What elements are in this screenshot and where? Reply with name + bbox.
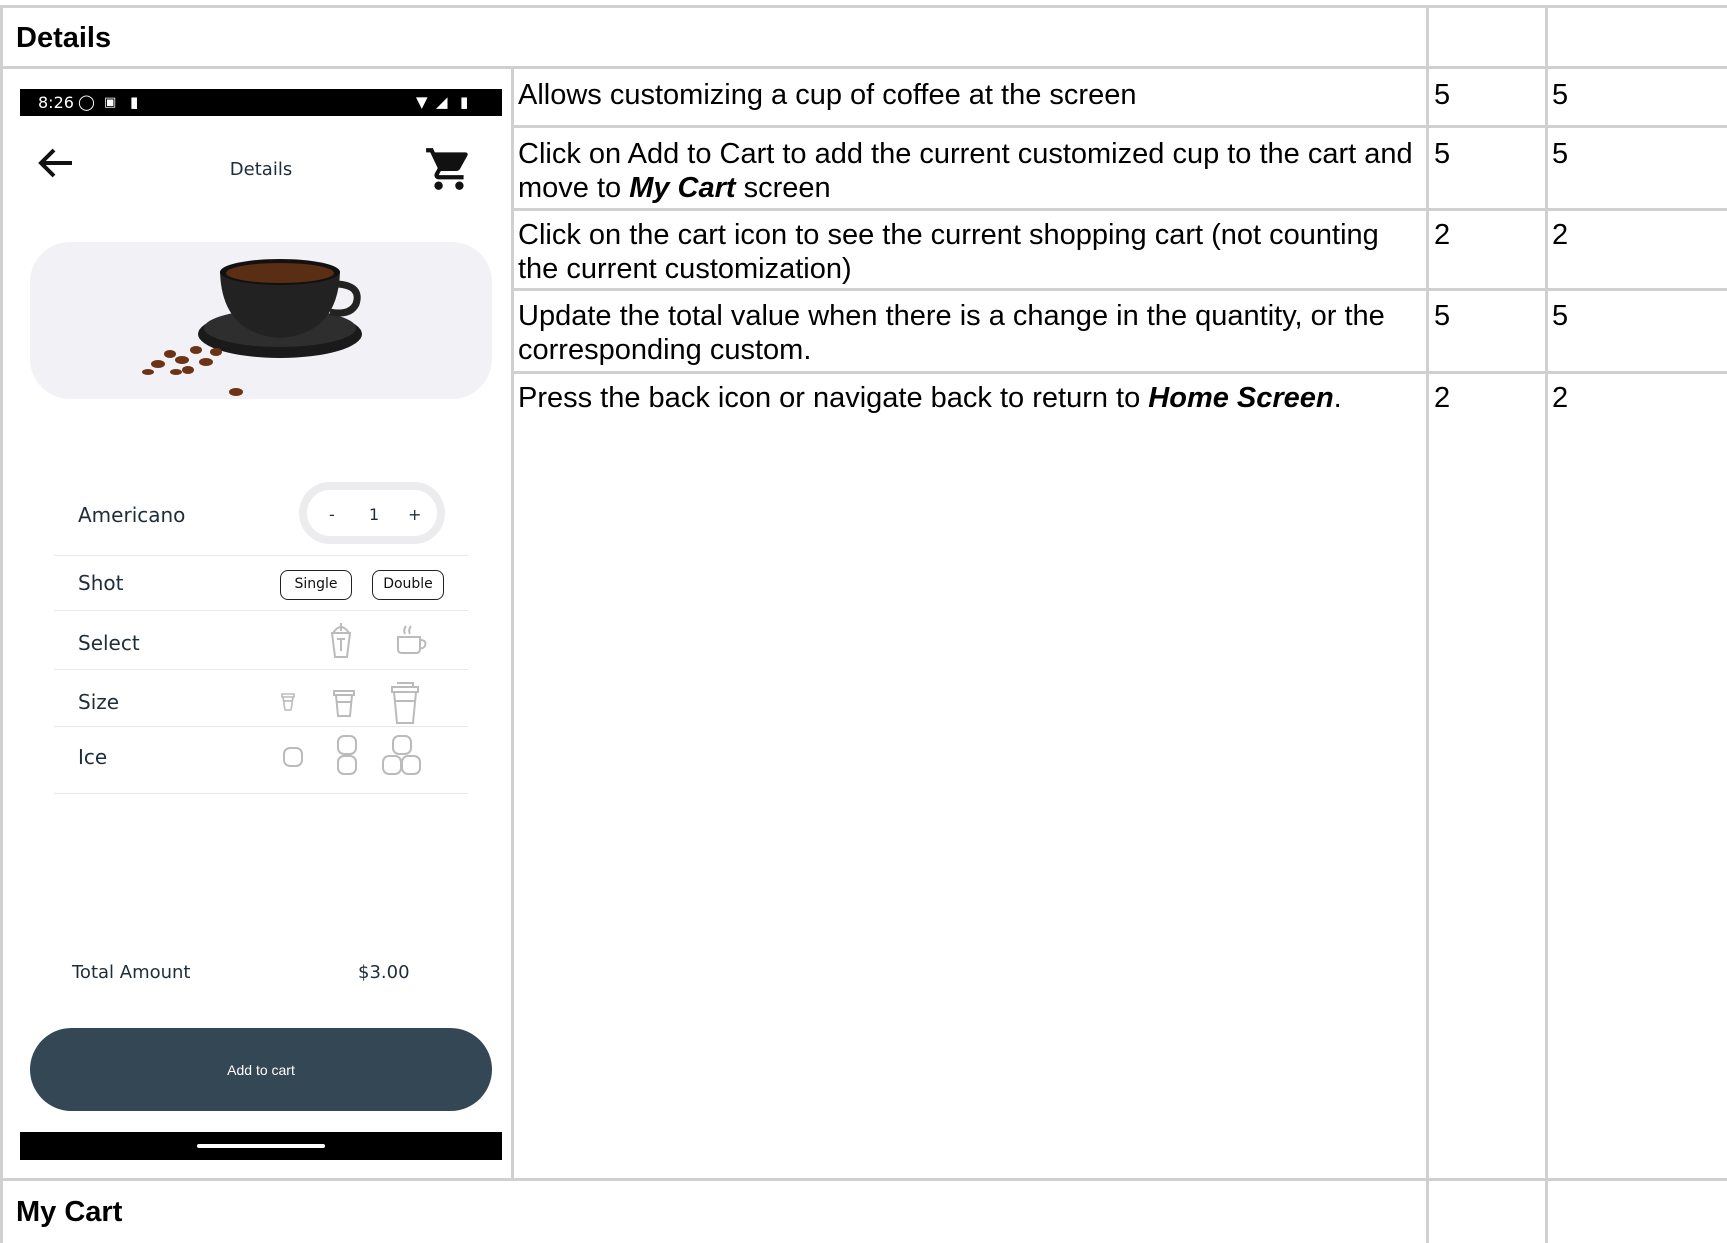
requirement-text: Click on Add to Cart to add the current …	[518, 137, 1418, 205]
table-border-row	[0, 1178, 1727, 1181]
score-b: 5	[1552, 300, 1569, 332]
product-name: Americano	[78, 503, 186, 527]
requirement-text-part: Press the back icon or navigate back to …	[518, 382, 1149, 414]
quantity-stepper: - 1 +	[299, 482, 445, 544]
cart-icon[interactable]	[424, 144, 474, 194]
requirement-text-part: .	[1333, 382, 1342, 414]
score-b: 2	[1552, 382, 1569, 414]
shield-icon: ◯	[78, 93, 95, 111]
table-border-col	[1426, 5, 1429, 1243]
signal-icon: ◢	[436, 93, 448, 111]
home-gesture-handle[interactable]	[197, 1144, 325, 1148]
status-time: 8:26	[38, 93, 74, 112]
quantity-value: 1	[369, 505, 380, 524]
iced-drink-icon[interactable]	[328, 621, 354, 659]
navigation-bar	[20, 1132, 502, 1160]
score-a: 5	[1434, 79, 1451, 111]
requirement-text: Update the total value when there is a c…	[518, 300, 1385, 366]
section-title-my-cart: My Cart	[16, 1196, 123, 1228]
ice-label: Ice	[78, 745, 108, 769]
score-a: 2	[1434, 219, 1451, 251]
requirement-text: Allows customizing a cup of coffee at th…	[518, 79, 1137, 111]
requirement-text: Click on the cart icon to see the curren…	[518, 219, 1379, 285]
score-a: 5	[1434, 300, 1451, 332]
table-border-top	[0, 5, 1727, 8]
score-a: 5	[1434, 138, 1451, 170]
two-ice-icon[interactable]	[336, 734, 358, 776]
size-label: Size	[78, 690, 120, 714]
score-b: 5	[1552, 138, 1569, 170]
score-b: 5	[1552, 79, 1569, 111]
hot-cup-icon[interactable]	[395, 623, 429, 655]
shot-label: Shot	[78, 571, 124, 595]
three-ice-icon[interactable]	[381, 734, 423, 776]
requirement-emphasis: Home Screen	[1148, 382, 1334, 414]
sd-card-icon: ▮	[130, 93, 139, 111]
table-border-row	[0, 66, 1727, 69]
requirement-emphasis: My Cart	[629, 172, 736, 204]
quantity-decrement-button[interactable]: -	[329, 505, 335, 524]
table-border-left	[0, 5, 3, 1243]
shot-double-button[interactable]: Double	[372, 570, 444, 600]
section-title-details: Details	[16, 22, 112, 54]
total-amount-label: Total Amount	[72, 962, 191, 983]
medium-cup-icon[interactable]	[332, 686, 356, 718]
product-image	[30, 242, 492, 399]
requirement-text-part: screen	[735, 172, 831, 204]
score-a: 2	[1434, 382, 1451, 414]
requirement-text: Press the back icon or navigate back to …	[518, 381, 1418, 415]
notification-icon: ▣	[104, 95, 117, 110]
status-bar: 8:26 ◯ ▣ ▮ ▼ ◢ ▮	[20, 89, 502, 116]
table-border-col	[511, 66, 514, 1180]
one-ice-icon[interactable]	[282, 746, 304, 768]
quantity-increment-button[interactable]: +	[408, 505, 421, 524]
total-amount-value: $3.00	[358, 962, 410, 983]
shot-single-button[interactable]: Single	[280, 570, 352, 600]
table-border-col	[1545, 5, 1548, 1243]
large-cup-icon[interactable]	[389, 681, 421, 725]
select-label: Select	[78, 631, 140, 655]
add-to-cart-button[interactable]: Add to cart	[30, 1028, 492, 1111]
phone-screenshot: 8:26 ◯ ▣ ▮ ▼ ◢ ▮ Details Americano - 1 +…	[20, 89, 502, 1160]
battery-icon: ▮	[460, 93, 469, 111]
wifi-icon: ▼	[416, 93, 428, 111]
small-cup-icon[interactable]	[280, 690, 296, 712]
score-b: 2	[1552, 219, 1569, 251]
